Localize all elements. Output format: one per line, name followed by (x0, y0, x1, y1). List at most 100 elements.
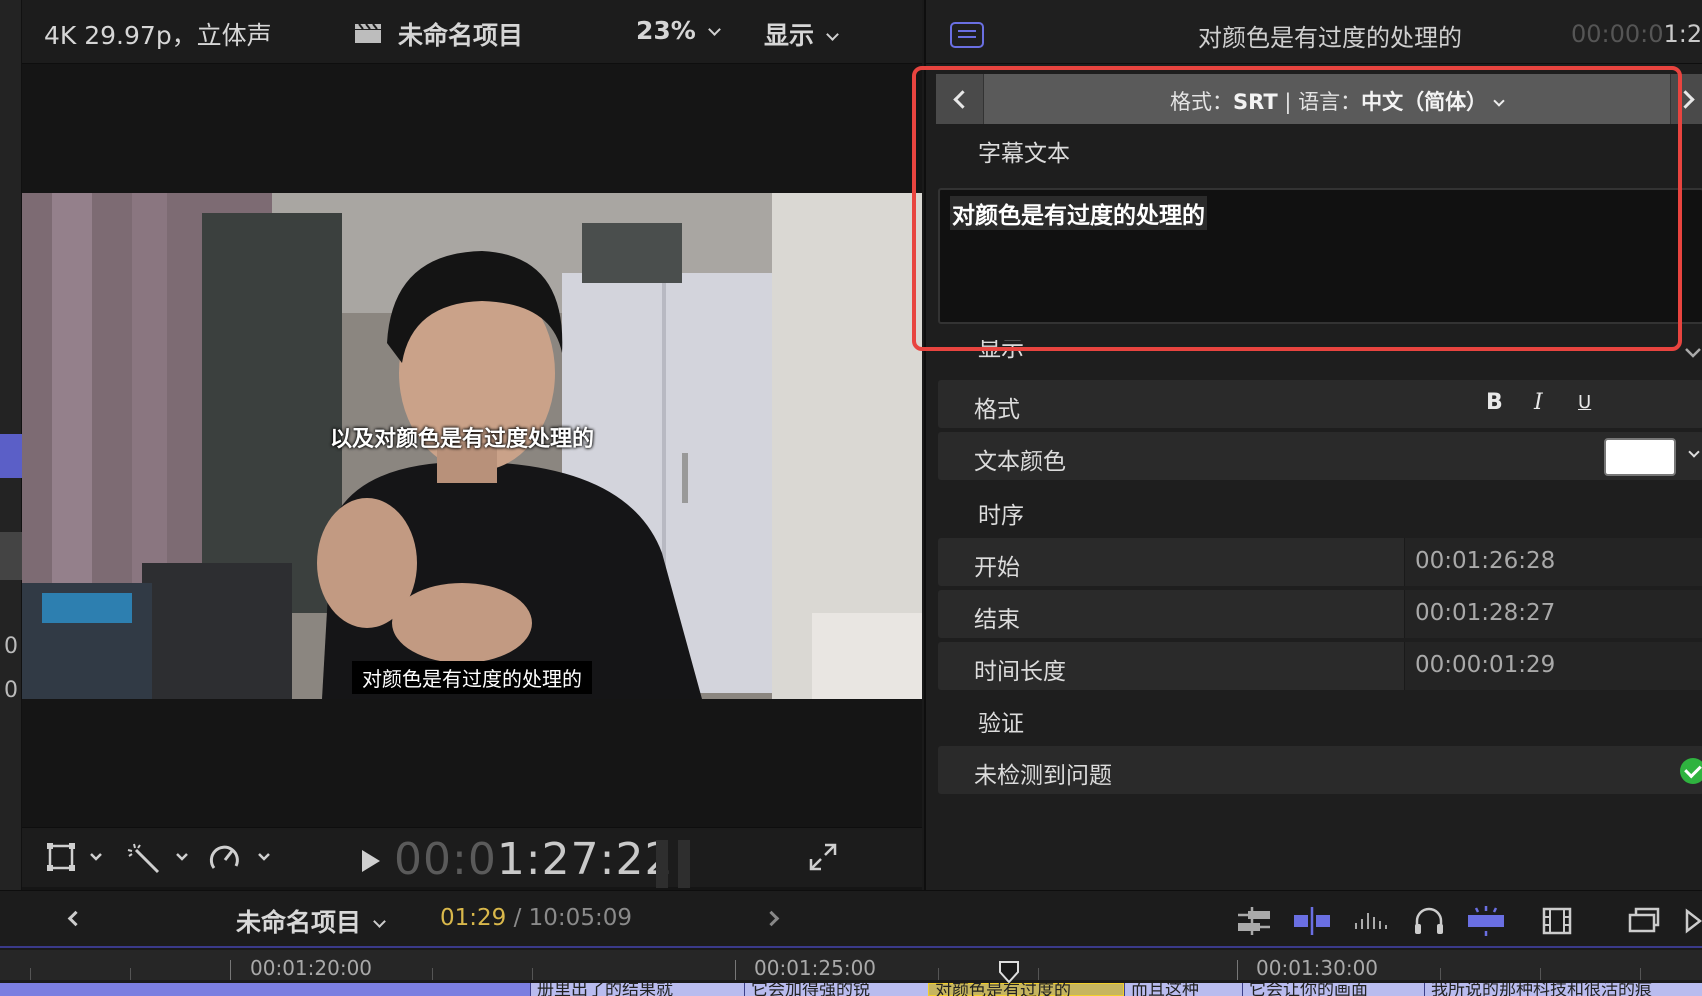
bold-button[interactable]: B (1486, 390, 1503, 415)
timeline-ruler[interactable]: 00:01:20:00 00:01:25:00 00:01:30:00 (0, 950, 1702, 980)
caption-clip-text: 册里出了的结果就 (537, 983, 673, 996)
underline-button[interactable]: U (1578, 392, 1591, 413)
duration-main: 1:29 (1663, 20, 1702, 48)
selected-item-marker[interactable] (0, 434, 22, 478)
audio-skimming-icon[interactable] (1352, 905, 1392, 937)
chevron-down-icon[interactable] (1688, 446, 1700, 458)
end-row: 结束 00:01:28:27 (938, 590, 1702, 638)
timeline-current-time: 01:29 (440, 905, 507, 931)
burned-in-subtitle: 以及对颜色是有过度处理的 (330, 427, 595, 452)
language-value: 中文（简体） (1361, 90, 1488, 114)
ruler-label: 00:01:20:00 (250, 956, 373, 980)
zoom-menu[interactable]: 23% (636, 16, 721, 45)
caption-clip[interactable]: 它会让你的画面 (1242, 983, 1424, 996)
caption-clip-text: 而且这种 (1131, 983, 1199, 996)
fullscreen-icon[interactable] (808, 842, 838, 872)
timecode-main: 1:27:22 (496, 834, 674, 885)
playhead-timecode[interactable]: 00:01:27:22 (394, 834, 673, 885)
duration-row: 时间长度 00:00:01:29 (938, 642, 1702, 690)
caption-clip-selected[interactable]: 对颜色是有过度的 (928, 983, 1124, 996)
format-value: SRT (1233, 90, 1278, 114)
project-title[interactable]: 未命名项目 (398, 16, 523, 52)
ruler-label: 00:01:25:00 (754, 956, 877, 980)
caption-clip-text: 它会加得强的锐 (751, 983, 870, 996)
display-menu[interactable]: 显示 (764, 16, 839, 52)
solo-icon[interactable] (1466, 905, 1506, 937)
style-row: 格式 B I U (938, 380, 1702, 428)
caption-clip[interactable]: 而且这种 (1124, 983, 1242, 996)
validation-section-heading: 验证 (978, 711, 1024, 737)
caption-inspector: 对颜色是有过度的处理的 00:00:01:29 格式：SRT | 语言：中文（简… (924, 0, 1702, 890)
timing-section-heading: 时序 (978, 503, 1024, 529)
collapse-chevron-icon[interactable] (1684, 346, 1702, 360)
chevron-down-icon (373, 915, 386, 928)
caption-clip-text: 它会让你的画面 (1249, 983, 1368, 996)
left-browser-strip: 0 0 (0, 0, 22, 890)
inspector-title: 对颜色是有过度的处理的 (1198, 24, 1462, 52)
caption-format-bar: 格式：SRT | 语言：中文（简体） (936, 74, 1702, 124)
duration-dim: 00:00:0 (1571, 20, 1664, 48)
chevron-down-icon (707, 23, 721, 36)
timeline-project-name: 未命名项目 (236, 908, 362, 937)
format-label: 格式： (1170, 90, 1233, 114)
play-button[interactable] (362, 850, 380, 872)
magic-wand-icon[interactable] (126, 842, 192, 874)
clip-appearance-icon[interactable] (1234, 905, 1274, 937)
caption-overlay[interactable]: 对颜色是有过度的处理的 (352, 661, 592, 694)
start-label: 开始 (974, 555, 1020, 581)
language-label: 语言： (1298, 90, 1362, 114)
validation-row: 未检测到问题 (938, 746, 1702, 794)
end-timecode-field[interactable]: 00:01:28:27 (1404, 590, 1702, 638)
chevron-down-icon (826, 28, 839, 41)
validation-result: 未检测到问题 (974, 763, 1112, 789)
separator: | (1277, 90, 1299, 114)
style-label: 格式 (974, 397, 1020, 423)
next-caption-button[interactable] (1670, 74, 1702, 124)
viewer-controls: 00:01:27:22 (22, 827, 922, 888)
chevron-down-icon (1493, 95, 1505, 107)
audio-meter-right (678, 840, 690, 888)
previous-caption-button[interactable] (936, 74, 984, 124)
layout-windows-icon[interactable] (1626, 905, 1662, 937)
end-label: 结束 (974, 607, 1020, 633)
timeline-back-button[interactable] (67, 910, 84, 927)
timeline-position: 01:29 / 10:05:09 (440, 905, 632, 931)
caption-clip[interactable]: 它会加得强的锐 (744, 983, 928, 996)
speed-gauge-icon[interactable] (208, 842, 274, 874)
viewer-header: 4K 29.97p，立体声 未命名项目 23% 显示 (22, 0, 922, 64)
format-language-selector[interactable]: 格式：SRT | 语言：中文（简体） (1170, 86, 1505, 116)
caption-text-heading: 字幕文本 (978, 141, 1070, 167)
inspector-duration: 00:00:01:29 (1571, 20, 1702, 48)
filmstrip-icon[interactable] (1540, 905, 1574, 937)
duration-value: 00:00:01:29 (1415, 652, 1556, 678)
caption-clip[interactable]: 我所说的那种科技和很活的痕 (1424, 983, 1702, 996)
caption-track: 册里出了的结果就 它会加得强的锐 对颜色是有过度的 而且这种 它会让你的画面 我… (0, 983, 1702, 996)
viewer: 4K 29.97p，立体声 未命名项目 23% 显示 以及对颜色是有过度处理的 … (22, 0, 922, 890)
timeline-project-menu[interactable]: 未命名项目 (236, 903, 386, 939)
checkmark-icon (1680, 758, 1702, 784)
clapperboard-icon (355, 23, 381, 43)
caption-clip[interactable]: 册里出了的结果就 (530, 983, 744, 996)
browser-item[interactable] (0, 532, 22, 580)
display-section-heading: 显示 (978, 340, 1024, 362)
caption-text-value: 对颜色是有过度的处理的 (950, 196, 1207, 230)
text-color-label: 文本颜色 (974, 449, 1066, 475)
transform-crop-icon[interactable] (46, 842, 106, 874)
caption-icon[interactable] (950, 22, 984, 48)
timeline-forward-button[interactable] (763, 910, 780, 927)
duration-timecode-field[interactable]: 00:00:01:29 (1404, 642, 1702, 690)
italic-button[interactable]: I (1534, 390, 1543, 415)
headphones-icon[interactable] (1412, 905, 1446, 937)
caption-clip-text: 对颜色是有过度的 (935, 983, 1071, 996)
text-color-row: 文本颜色 (938, 432, 1702, 480)
text-color-swatch[interactable] (1604, 438, 1676, 476)
strip-value: 0 (4, 634, 18, 659)
timecode-dim: 00:0 (394, 834, 497, 885)
start-timecode-field[interactable]: 00:01:26:28 (1404, 538, 1702, 586)
play-arrow-icon[interactable] (1684, 905, 1702, 937)
caption-clip-text: 我所说的那种科技和很活的痕 (1431, 983, 1652, 996)
format-info: 4K 29.97p，立体声 (44, 21, 272, 50)
snapping-icon[interactable] (1292, 905, 1332, 937)
caption-text-field[interactable]: 对颜色是有过度的处理的 (938, 188, 1702, 324)
video-frame[interactable]: 以及对颜色是有过度处理的 对颜色是有过度的处理的 (22, 193, 922, 699)
